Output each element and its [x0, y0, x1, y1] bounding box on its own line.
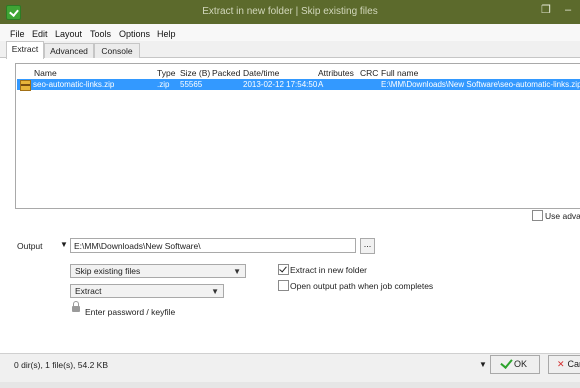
status-bar-divider [0, 353, 580, 354]
extract-new-folder-label: Extract in new folder [290, 265, 368, 275]
minimize-button[interactable]: – [555, 0, 580, 20]
cancel-button-label: Cancel [567, 359, 580, 369]
extract-new-folder-checkbox[interactable] [278, 264, 289, 275]
column-header-size[interactable]: Size (B) [180, 68, 210, 78]
overwrite-mode-select[interactable]: Skip existing files ▼ [70, 264, 246, 278]
row-type: .zip [157, 80, 170, 89]
row-name: seo-automatic-links.zip [33, 80, 115, 89]
chevron-down-icon: ▼ [211, 287, 219, 296]
menu-layout[interactable]: Layout [55, 29, 82, 39]
lock-icon [72, 301, 80, 312]
ok-button[interactable]: OK [490, 355, 540, 374]
column-header-packed[interactable]: Packed [212, 68, 240, 78]
column-header-attributes[interactable]: Attributes [318, 68, 354, 78]
open-output-checkbox[interactable] [278, 280, 289, 291]
use-advanced-checkbox[interactable] [532, 210, 543, 221]
status-text: 0 dir(s), 1 file(s), 54.2 KB [14, 360, 109, 370]
tab-console[interactable]: Console [94, 43, 140, 58]
window-bottom-edge [0, 382, 580, 388]
cancel-x-icon: ✕ [557, 359, 565, 369]
column-header-crc[interactable]: CRC [360, 68, 378, 78]
row-size: 55565 [180, 80, 203, 89]
use-advanced-label: Use advanced [545, 211, 580, 221]
cancel-button[interactable]: ✕Cancel [548, 355, 580, 374]
archive-file-icon [20, 80, 31, 91]
action-mode-select[interactable]: Extract ▼ [70, 284, 224, 298]
menu-bar [0, 24, 580, 41]
checkmark-icon [279, 264, 287, 273]
menu-help[interactable]: Help [157, 29, 176, 39]
ok-options-arrow-icon[interactable]: ▼ [479, 360, 487, 369]
chevron-down-icon: ▼ [233, 267, 241, 276]
row-attributes: A [318, 80, 324, 89]
window-title: Extract in new folder | Skip existing fi… [202, 6, 378, 17]
output-path-input[interactable]: E:\MM\Downloads\New Software\ [70, 238, 356, 253]
output-dropdown-arrow-icon[interactable]: ▼ [60, 240, 68, 249]
menu-options[interactable]: Options [119, 29, 150, 39]
column-header-name[interactable]: Name [34, 68, 57, 78]
menu-tools[interactable]: Tools [90, 29, 111, 39]
row-datetime: 2013-02-12 17:54:50 [243, 80, 318, 89]
tab-extract[interactable]: Extract [6, 41, 44, 59]
enter-password-link[interactable]: Enter password / keyfile [85, 307, 175, 317]
column-header-datetime[interactable]: Date/time [243, 68, 279, 78]
column-header-type[interactable]: Type [157, 68, 175, 78]
menu-file[interactable]: File [10, 29, 25, 39]
overwrite-mode-value: Skip existing files [75, 266, 141, 276]
action-mode-value: Extract [75, 286, 102, 296]
column-header-fullname[interactable]: Full name [381, 68, 418, 78]
row-fullname: E:\MM\Downloads\New Software\seo-automat… [381, 80, 580, 89]
tab-advanced[interactable]: Advanced [44, 43, 94, 58]
ok-button-label: OK [514, 359, 528, 369]
output-label: Output [17, 241, 43, 251]
browse-button[interactable]: ... [360, 238, 375, 254]
ok-check-icon [500, 356, 513, 369]
menu-edit[interactable]: Edit [32, 29, 48, 39]
open-output-label: Open output path when job completes [290, 281, 434, 291]
